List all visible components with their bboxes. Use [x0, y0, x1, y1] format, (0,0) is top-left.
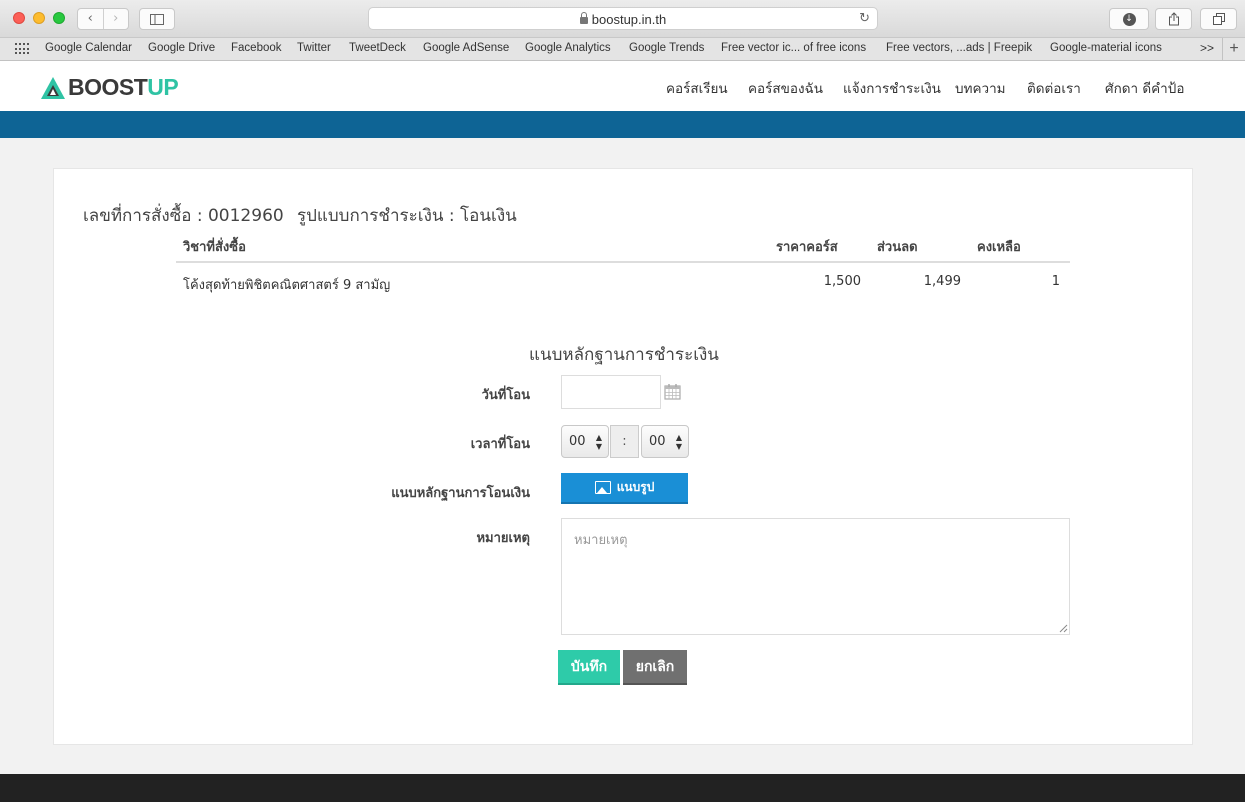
url-text: boostup.in.th: [591, 12, 667, 27]
logo-boost-text: BOOST: [68, 74, 148, 100]
payment-proof-card: เลขที่การสั่งซื้อ : 0012960 รูปแบบการชำร…: [53, 168, 1193, 745]
bookmark-twitter[interactable]: Twitter: [297, 42, 331, 54]
bookmarks-bar: Google Calendar Google Drive Facebook Tw…: [0, 38, 1245, 61]
nav-payment-notify[interactable]: แจ้งการชำระเงิน: [843, 77, 941, 99]
sidebar-toggle-button[interactable]: [139, 8, 175, 30]
bookmark-freepik[interactable]: Free vectors, ...ads | Freepik: [886, 42, 1032, 54]
col-course: วิชาที่สั่งซื้อ: [183, 240, 246, 255]
select-arrows-icon: ▲ ▼: [595, 433, 602, 451]
hour-value: 00: [569, 434, 586, 449]
site-footer: [0, 774, 1245, 802]
reload-icon[interactable]: ↻: [859, 11, 870, 26]
select-arrows-icon: ▲ ▼: [675, 433, 682, 451]
site-header: BOOST UP คอร์สเรียน คอร์สของฉัน แจ้งการชำ…: [0, 61, 1245, 111]
apps-grid-icon[interactable]: [15, 43, 29, 55]
course-name: โค้งสุดท้ายพิชิตคณิตศาสตร์ 9 สามัญ: [183, 278, 391, 293]
order-number: เลขที่การสั่งซื้อ : 0012960: [83, 206, 284, 226]
course-price: 1,500: [823, 274, 861, 289]
zoom-window-button[interactable]: [53, 12, 65, 24]
close-window-button[interactable]: [13, 12, 25, 24]
attach-button-label: แนบรูป: [616, 480, 655, 494]
bookmark-tweetdeck[interactable]: TweetDeck: [349, 42, 406, 54]
logo-up-text: UP: [147, 74, 179, 100]
history-nav: ‹ ›: [77, 8, 129, 30]
col-remaining: คงเหลือ: [977, 240, 1021, 255]
date-label: วันที่โอน: [481, 388, 530, 403]
boostup-logo[interactable]: BOOST UP: [40, 74, 179, 101]
course-discount: 1,499: [923, 274, 961, 289]
resize-grip-icon[interactable]: [1059, 624, 1068, 633]
share-icon: [1168, 12, 1179, 26]
save-button[interactable]: บันทึก: [558, 650, 620, 685]
bookmark-google-material-icons[interactable]: Google-material icons: [1050, 42, 1162, 54]
course-remaining: 1: [1051, 274, 1060, 289]
downloads-button[interactable]: ↓: [1109, 8, 1149, 30]
table-divider: [176, 261, 1070, 263]
attach-image-button[interactable]: แนบรูป: [561, 473, 688, 504]
new-tab-plus-icon[interactable]: +: [1222, 38, 1245, 60]
minute-value: 00: [649, 434, 666, 449]
sidebar-icon: [150, 13, 164, 25]
note-label: หมายเหตุ: [476, 531, 530, 546]
nav-articles[interactable]: บทความ: [955, 77, 1006, 99]
form-title: แนบหลักฐานการชำระเงิน: [529, 345, 719, 365]
back-icon[interactable]: ‹: [78, 9, 103, 29]
download-icon: ↓: [1122, 12, 1136, 26]
nav-user-account[interactable]: ศักดา ดีคำป้อ: [1105, 77, 1184, 99]
payment-method: รูปแบบการชำระเงิน : โอนเงิน: [297, 206, 517, 226]
header-band: [0, 111, 1245, 138]
cancel-button[interactable]: ยกเลิก: [623, 650, 687, 685]
tabs-icon: [1212, 13, 1225, 25]
minimize-window-button[interactable]: [33, 12, 45, 24]
address-bar[interactable]: boostup.in.th ↻: [368, 7, 878, 30]
bookmark-google-calendar[interactable]: Google Calendar: [45, 42, 132, 54]
time-separator: :: [610, 425, 639, 458]
logo-triangle-icon: [41, 76, 65, 99]
nav-my-courses[interactable]: คอร์สของฉัน: [748, 77, 823, 99]
bookmark-facebook[interactable]: Facebook: [231, 42, 282, 54]
minute-select[interactable]: 00 ▲ ▼: [641, 425, 689, 458]
time-label: เวลาที่โอน: [470, 437, 530, 452]
col-price: ราคาคอร์ส: [776, 240, 838, 255]
calendar-icon[interactable]: [664, 383, 681, 400]
nav-contact[interactable]: ติดต่อเรา: [1027, 77, 1081, 99]
col-discount: ส่วนลด: [877, 240, 918, 255]
attach-label: แนบหลักฐานการโอนเงิน: [391, 486, 530, 501]
transfer-date-input[interactable]: [561, 375, 661, 409]
bookmarks-overflow-button[interactable]: >>: [1200, 41, 1214, 55]
share-button[interactable]: [1155, 8, 1192, 30]
image-icon: [594, 481, 611, 494]
bookmark-google-trends[interactable]: Google Trends: [629, 42, 704, 54]
tab-overview-button[interactable]: [1200, 8, 1237, 30]
bookmark-free-vector-icons[interactable]: Free vector ic... of free icons: [721, 42, 866, 54]
hour-select[interactable]: 00 ▲ ▼: [561, 425, 609, 458]
bookmark-google-drive[interactable]: Google Drive: [148, 42, 215, 54]
bookmark-google-analytics[interactable]: Google Analytics: [525, 42, 611, 54]
forward-icon[interactable]: ›: [102, 9, 129, 29]
nav-courses[interactable]: คอร์สเรียน: [666, 77, 728, 99]
bookmark-google-adsense[interactable]: Google AdSense: [423, 42, 509, 54]
browser-toolbar: ‹ › boostup.in.th ↻ ↓: [0, 0, 1245, 38]
lock-icon: [579, 12, 588, 24]
note-textarea[interactable]: [561, 518, 1070, 635]
